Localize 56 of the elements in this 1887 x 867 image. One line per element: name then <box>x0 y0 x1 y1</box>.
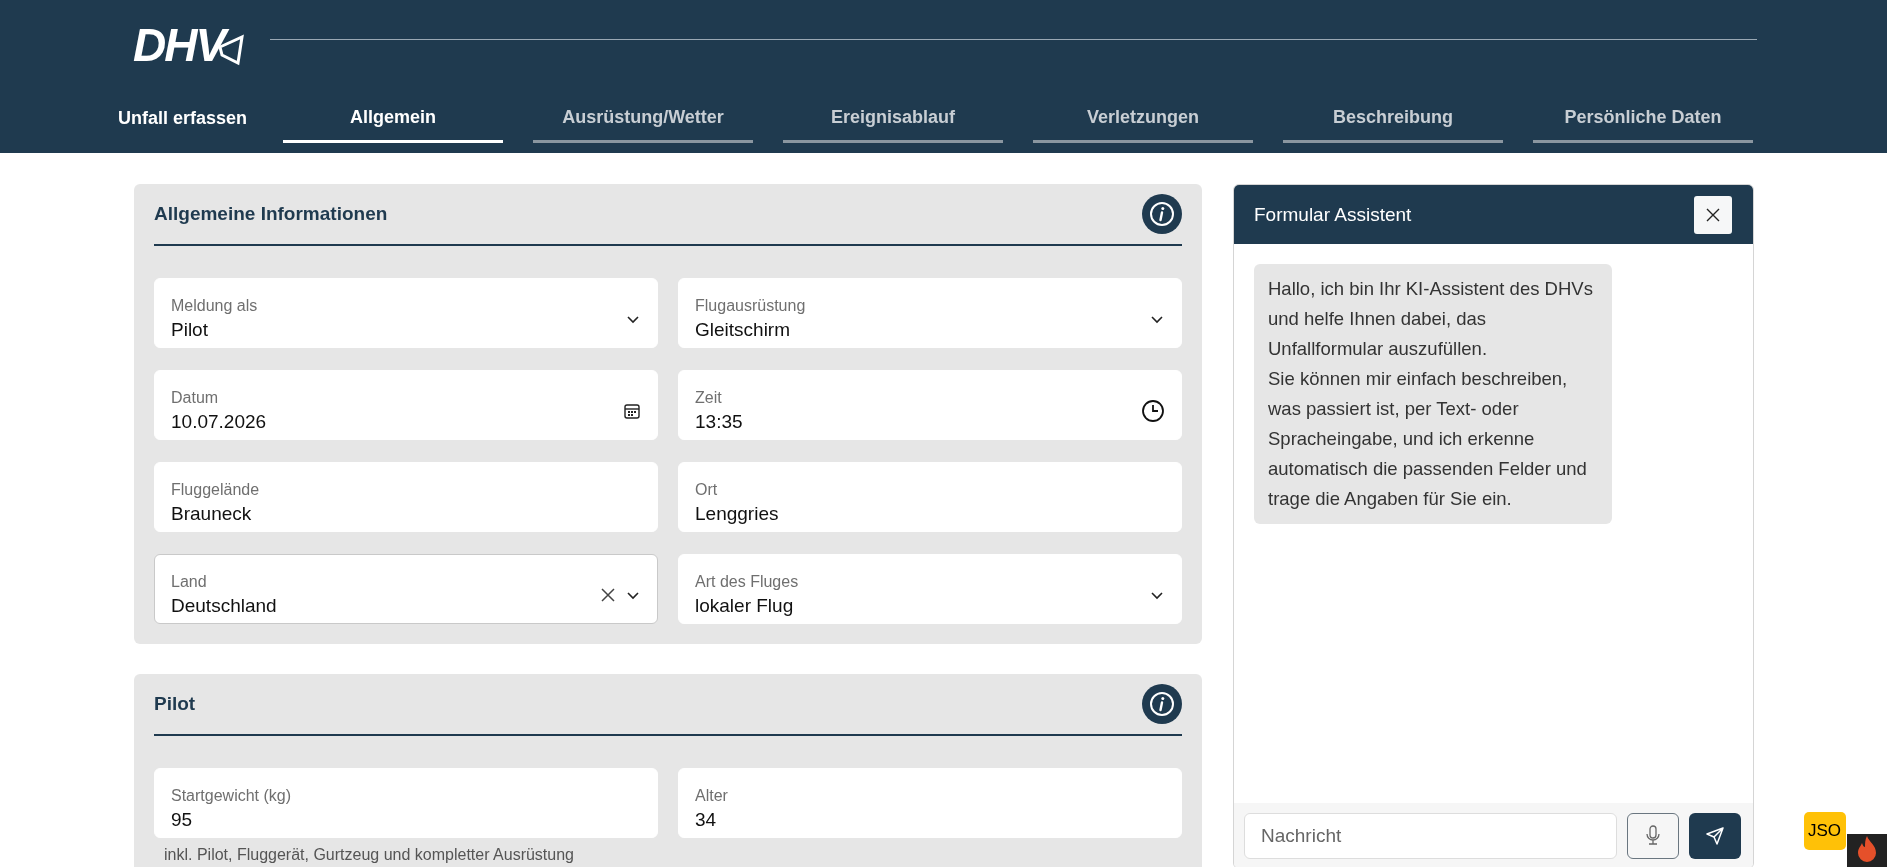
input-field[interactable]: Fluggelände Brauneck <box>154 462 658 532</box>
section-title: Allgemeine Informationen <box>154 203 388 225</box>
send-icon <box>1705 825 1725 846</box>
select-field[interactable]: Art des Fluges lokaler Flug <box>678 554 1182 624</box>
field-value: Lenggries <box>695 503 780 525</box>
close-button[interactable] <box>1694 195 1732 234</box>
input-field[interactable]: Startgewicht (kg) 95 <box>154 768 658 838</box>
message-input[interactable]: Nachricht <box>1244 812 1617 859</box>
input-field[interactable]: Ort Lenggries <box>678 462 1182 532</box>
send-button[interactable] <box>1689 812 1741 859</box>
chat-title: Formular Assistent <box>1254 203 1412 226</box>
clock-icon[interactable] <box>1141 399 1165 423</box>
calendar-icon[interactable] <box>623 402 641 420</box>
microphone-icon <box>1644 823 1662 848</box>
date-field[interactable]: Datum 10.07.2026 <box>154 370 658 440</box>
tab[interactable]: Allgemein <box>283 107 503 143</box>
field-value: 10.07.2026 <box>171 411 268 433</box>
field-value: lokaler Flug <box>695 595 795 617</box>
field-label: Land <box>171 573 208 591</box>
select-field[interactable]: Flugausrüstung Gleitschirm <box>678 278 1182 348</box>
chat-message: Hallo, ich bin Ihr KI-Assistent des DHVs und helfe Ihnen dabei, das Unfallformular auszufüllen. Sie können mir einfach beschreiben, was passiert ist, per Text- oder Spracheingabe, und ich erkenne automatisch die passenden Felder und trage die Angaben für Sie ein. <box>1254 264 1612 524</box>
json-badge[interactable]: JSO <box>1804 812 1846 850</box>
tab[interactable]: Persönliche Daten <box>1533 107 1753 143</box>
field-value: Gleitschirm <box>695 319 791 341</box>
field-value: Deutschland <box>171 595 278 617</box>
input-field[interactable]: Alter 34 <box>678 768 1182 838</box>
field-value: 34 <box>695 809 718 831</box>
field-value: Brauneck <box>171 503 253 525</box>
info-icon[interactable] <box>1142 684 1182 724</box>
clear-icon[interactable] <box>599 586 617 604</box>
field-label: Alter <box>695 787 729 805</box>
field-label: Ort <box>695 481 719 499</box>
field-value: 13:35 <box>695 411 744 433</box>
field-label: Art des Fluges <box>695 573 800 591</box>
field-label: Datum <box>171 389 220 407</box>
info-icon[interactable] <box>1142 194 1182 234</box>
field-label: Startgewicht (kg) <box>171 787 293 805</box>
tab[interactable]: Verletzungen <box>1033 107 1253 143</box>
section-title: Pilot <box>154 693 196 715</box>
select-field[interactable]: Meldung als Pilot <box>154 278 658 348</box>
tab[interactable]: Ereignisablauf <box>783 107 1003 143</box>
microphone-button[interactable] <box>1627 812 1679 859</box>
select-field[interactable]: Land Deutschland <box>154 554 658 624</box>
tab[interactable]: Beschreibung <box>1283 107 1503 143</box>
flame-icon[interactable] <box>1847 834 1887 867</box>
tab[interactable]: Ausrüstung/Wetter <box>533 107 753 143</box>
time-field[interactable]: Zeit 13:35 <box>678 370 1182 440</box>
field-label: Zeit <box>695 389 723 407</box>
field-label: Flugausrüstung <box>695 297 807 315</box>
field-label: Fluggelände <box>171 481 261 499</box>
close-icon <box>1705 206 1721 223</box>
field-hint: inkl. Pilot, Fluggerät, Gurtzeug und kompletter Ausrüstung <box>163 845 575 864</box>
field-label: Meldung als <box>171 297 259 315</box>
page-title: Unfall erfassen <box>118 108 249 130</box>
field-value: Pilot <box>171 319 209 341</box>
field-value: 95 <box>171 809 194 831</box>
